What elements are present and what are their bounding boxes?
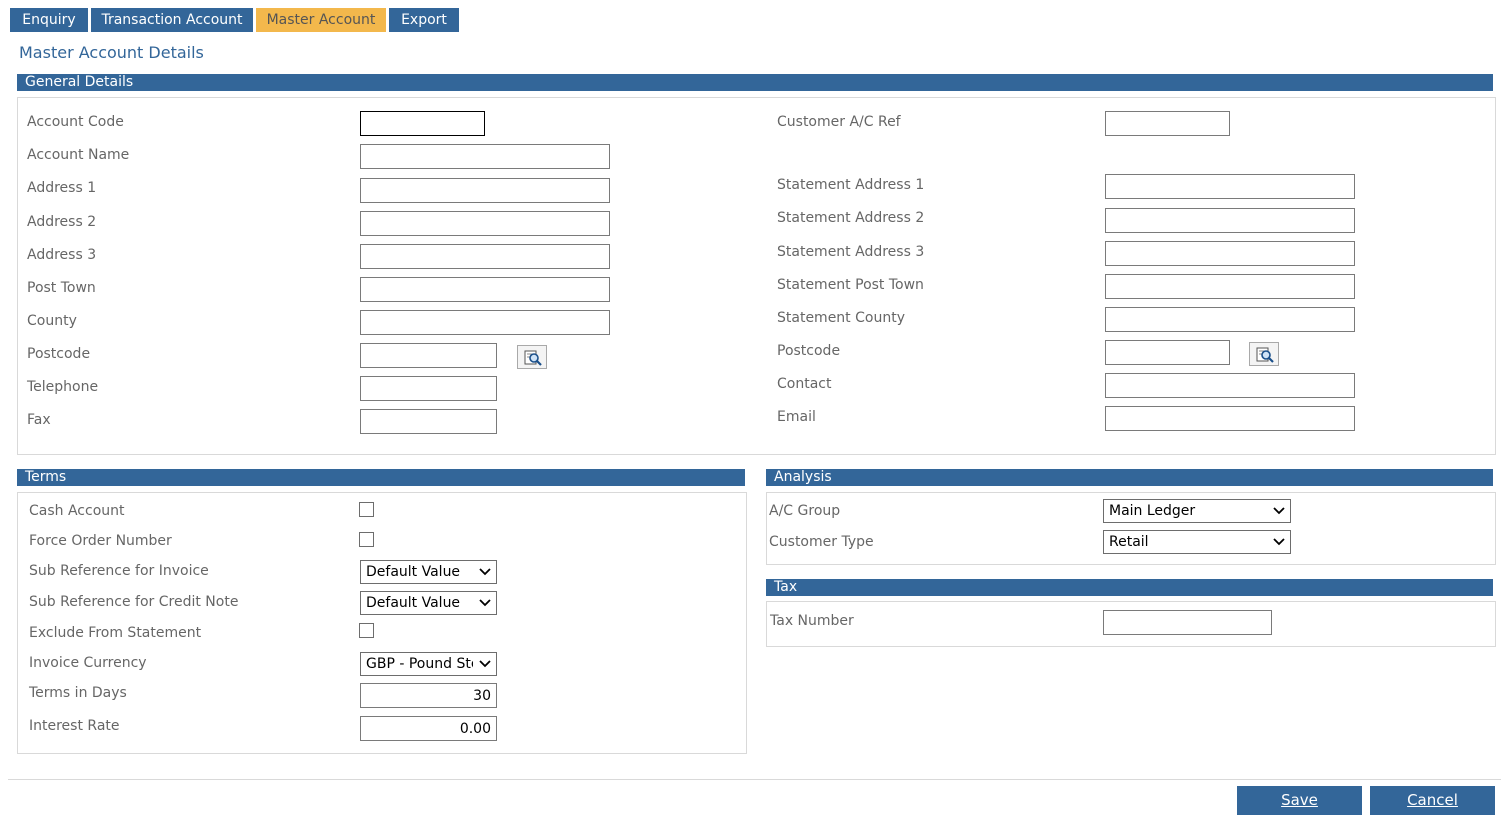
invoice-currency-value: GBP - Pound Sterling [366,656,473,672]
interest-rate-label: Interest Rate [29,718,120,734]
exclude-statement-checkbox[interactable] [359,623,374,638]
address1-label: Address 1 [27,180,97,196]
chevron-down-icon [479,660,491,668]
chevron-down-icon [479,599,491,607]
tab-export[interactable]: Export [389,8,459,32]
statement-postcode-label: Postcode [777,343,841,359]
terms-days-label: Terms in Days [29,685,127,701]
fax-input[interactable] [360,409,497,434]
sub-ref-credit-value: Default Value [366,595,461,611]
cancel-button[interactable]: Cancel [1370,786,1495,815]
statement-postcode-lookup-button[interactable] [1249,342,1279,366]
sub-ref-credit-label: Sub Reference for Credit Note [29,594,239,610]
email-input[interactable] [1105,406,1355,431]
tax-number-input[interactable] [1103,610,1272,635]
statement-postcode-input[interactable] [1105,340,1230,365]
fax-label: Fax [27,412,51,428]
tab-transaction-account[interactable]: Transaction Account [91,8,253,32]
page-title: Master Account Details [19,43,204,62]
statement-post-town-label: Statement Post Town [777,277,924,293]
account-name-input[interactable] [360,144,610,169]
sub-ref-invoice-value: Default Value [366,564,461,580]
tab-master-account[interactable]: Master Account [256,8,386,32]
ac-group-select[interactable]: Main Ledger [1103,499,1291,523]
address2-input[interactable] [360,211,610,236]
postcode-label: Postcode [27,346,91,362]
email-label: Email [777,409,816,425]
magnifier-icon [524,350,542,366]
invoice-currency-label: Invoice Currency [29,655,147,671]
exclude-statement-label: Exclude From Statement [29,625,202,641]
force-order-number-label: Force Order Number [29,533,172,549]
save-button[interactable]: Save [1237,786,1362,815]
ac-group-value: Main Ledger [1109,503,1196,519]
account-code-input[interactable] [360,111,485,136]
magnifier-icon [1256,347,1274,363]
county-label: County [27,313,77,329]
customer-type-value: Retail [1109,534,1149,550]
analysis-header: Analysis [766,469,1493,486]
cash-account-label: Cash Account [29,503,125,519]
county-input[interactable] [360,310,610,335]
postcode-input[interactable] [360,343,497,368]
customer-type-label: Customer Type [769,534,874,550]
sub-ref-invoice-label: Sub Reference for Invoice [29,563,209,579]
chevron-down-icon [1273,538,1285,546]
telephone-input[interactable] [360,376,497,401]
tax-header: Tax [766,579,1493,596]
statement-county-label: Statement County [777,310,905,326]
tab-enquiry[interactable]: Enquiry [10,8,88,32]
general-details-header: General Details [17,74,1493,91]
terms-panel [17,492,747,754]
contact-label: Contact [777,376,832,392]
chevron-down-icon [479,568,491,576]
account-code-label: Account Code [27,114,124,130]
interest-rate-input[interactable] [360,716,497,741]
ac-group-label: A/C Group [769,503,841,519]
post-town-label: Post Town [27,280,96,296]
statement-address1-label: Statement Address 1 [777,177,925,193]
statement-post-town-input[interactable] [1105,274,1355,299]
terms-header: Terms [17,469,745,486]
statement-county-input[interactable] [1105,307,1355,332]
telephone-label: Telephone [27,379,99,395]
statement-address1-input[interactable] [1105,174,1355,199]
postcode-lookup-button[interactable] [517,345,547,369]
force-order-number-checkbox[interactable] [359,532,374,547]
address3-label: Address 3 [27,247,97,263]
cash-account-checkbox[interactable] [359,502,374,517]
sub-ref-invoice-select[interactable]: Default Value [360,560,497,584]
tax-number-label: Tax Number [770,613,854,629]
post-town-input[interactable] [360,277,610,302]
statement-address3-input[interactable] [1105,241,1355,266]
terms-days-input[interactable] [360,683,497,708]
chevron-down-icon [1273,507,1285,515]
address3-input[interactable] [360,244,610,269]
statement-address2-label: Statement Address 2 [777,210,925,226]
address2-label: Address 2 [27,214,97,230]
footer-divider [8,779,1501,780]
contact-input[interactable] [1105,373,1355,398]
invoice-currency-select[interactable]: GBP - Pound Sterling [360,652,497,676]
account-name-label: Account Name [27,147,130,163]
statement-address3-label: Statement Address 3 [777,244,925,260]
customer-ac-ref-label: Customer A/C Ref [777,114,901,130]
statement-address2-input[interactable] [1105,208,1355,233]
customer-ac-ref-input[interactable] [1105,111,1230,136]
address1-input[interactable] [360,178,610,203]
sub-ref-credit-select[interactable]: Default Value [360,591,497,615]
customer-type-select[interactable]: Retail [1103,530,1291,554]
